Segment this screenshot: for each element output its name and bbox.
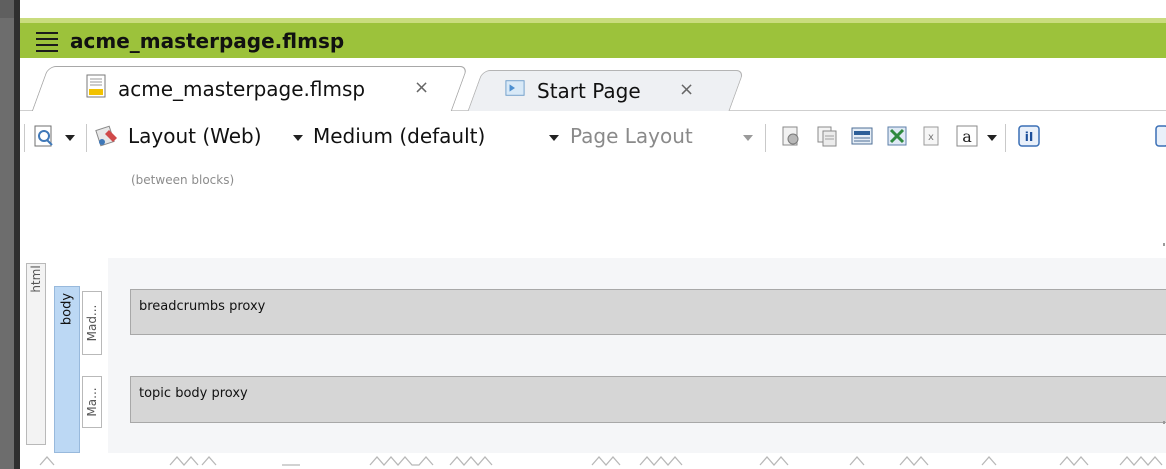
topic-body-proxy-block[interactable]: topic body proxy — [130, 376, 1166, 423]
tab-label: acme_masterpage.flmsp — [118, 77, 366, 101]
right-edge-marks — [1163, 243, 1165, 424]
block-label: breadcrumbs proxy — [139, 299, 266, 314]
mad1-label: Mad... — [85, 304, 99, 342]
layout-canvas[interactable]: (between blocks) html body Mad... Ma... … — [20, 163, 1166, 469]
document-icon — [86, 74, 106, 98]
preview-dropdown-icon[interactable] — [65, 135, 75, 141]
toolbar-separator — [24, 124, 25, 152]
text-style-icon[interactable]: a — [955, 124, 979, 148]
view-mode-dropdown[interactable]: Page Layout — [570, 124, 693, 148]
page-area — [108, 258, 1166, 453]
between-blocks-hint: (between blocks) — [131, 173, 235, 187]
editor-window: acme_masterpage.flmsp acme_masterpage.fl… — [20, 0, 1166, 469]
tab-start-page[interactable]: Start Page × — [467, 66, 745, 111]
tab-masterpage[interactable]: acme_masterpage.flmsp × — [31, 66, 469, 111]
copy-page-icon[interactable] — [815, 124, 839, 148]
toolbar-separator — [1005, 124, 1006, 152]
snippet-icon[interactable] — [779, 124, 803, 148]
title-bar: acme_masterpage.flmsp — [20, 18, 1166, 58]
svg-text:iI: iI — [1025, 130, 1034, 144]
structure-bar-body[interactable]: body — [54, 286, 80, 453]
medium-icon[interactable] — [95, 124, 119, 148]
toolbar-separator — [765, 124, 766, 152]
breadcrumbs-proxy-block[interactable]: breadcrumbs proxy — [130, 289, 1166, 335]
window-title: acme_masterpage.flmsp — [70, 29, 345, 53]
structure-bar-mad1[interactable]: Mad... — [82, 291, 102, 355]
page-break-marker — [39, 456, 1163, 466]
chevron-down-icon[interactable] — [743, 135, 753, 141]
preview-icon[interactable] — [32, 124, 56, 148]
overflow-button-icon[interactable] — [1155, 124, 1166, 148]
hamburger-menu-icon[interactable] — [36, 30, 58, 52]
tab-close-button[interactable]: × — [679, 79, 694, 100]
tab-close-button[interactable]: × — [414, 77, 429, 98]
window-frame-left — [0, 0, 20, 469]
block-label: topic body proxy — [139, 386, 248, 401]
tab-label: Start Page — [537, 79, 641, 103]
structure-bar-html[interactable]: html — [26, 263, 46, 445]
medium-dropdown[interactable]: Medium (default) — [313, 124, 485, 148]
variable-icon[interactable]: x — [919, 124, 943, 148]
mad2-label: Ma... — [85, 387, 99, 417]
medium-type-dropdown[interactable]: Layout (Web) — [128, 124, 262, 148]
tab-bar: acme_masterpage.flmsp × Start Page × — [20, 58, 1166, 111]
insert-frame-icon[interactable] — [850, 124, 874, 148]
toolbar-separator — [86, 124, 87, 152]
title-bar-strip — [20, 18, 1166, 23]
body-label: body — [59, 292, 75, 326]
html-label: html — [29, 265, 43, 293]
svg-text:a: a — [962, 127, 972, 146]
start-page-icon — [505, 80, 525, 96]
chevron-down-icon[interactable] — [549, 135, 559, 141]
chevron-down-icon[interactable] — [987, 135, 997, 141]
info-icon[interactable]: iI — [1017, 124, 1041, 148]
delete-frame-icon[interactable] — [885, 124, 909, 148]
structure-bar-mad2[interactable]: Ma... — [82, 376, 102, 428]
svg-text:x: x — [928, 132, 934, 143]
chevron-down-icon[interactable] — [293, 135, 303, 141]
toolbar: Layout (Web) Medium (default) Page Layou… — [20, 111, 1166, 163]
